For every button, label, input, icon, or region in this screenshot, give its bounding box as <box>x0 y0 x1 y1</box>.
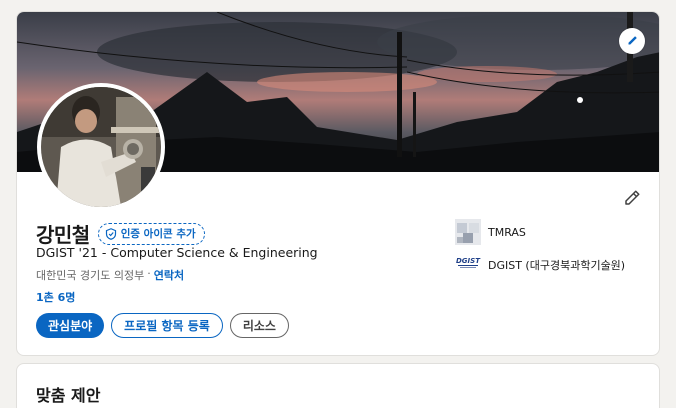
connections-link[interactable]: 1촌 6명 <box>36 289 75 305</box>
suggestions-card: 맞춤 제안 <box>16 363 660 408</box>
pencil-icon <box>628 36 637 45</box>
contact-info-link[interactable]: 연락처 <box>154 267 184 283</box>
shield-check-icon <box>105 227 116 240</box>
school-logo-icon: DGIST <box>455 252 481 278</box>
location-separator: · <box>147 267 151 280</box>
profile-headline: DGIST '21 - Computer Science & Engineeri… <box>36 245 318 260</box>
profile-name: 강민철 <box>36 223 90 247</box>
interests-button[interactable]: 관심분야 <box>36 313 105 338</box>
edit-profile-button[interactable] <box>621 187 643 209</box>
name-row: 강민철 인증 아이콘 추가 <box>36 219 205 248</box>
location-row: 대한민국 경기도 의정부 · 연락처 <box>36 267 184 283</box>
resources-button[interactable]: 리소스 <box>229 313 289 338</box>
profile-actions: 관심분야 프로필 항목 등록 리소스 <box>36 313 289 338</box>
suggestions-title: 맞춤 제안 <box>36 386 101 405</box>
org-name: DGIST (대구경북과학기술원) <box>488 259 626 272</box>
org-item-dgist[interactable]: DGIST DGIST (대구경북과학기술원) <box>455 252 625 278</box>
location-text: 대한민국 경기도 의정부 <box>36 269 145 282</box>
verify-label: 인증 아이콘 추가 <box>120 228 196 240</box>
org-item-tmras[interactable]: TMRAS <box>455 219 526 245</box>
avatar-image <box>41 87 161 207</box>
profile-card: 강민철 인증 아이콘 추가 DGIST '21 - Computer Scien… <box>16 11 660 356</box>
pencil-icon <box>625 190 640 205</box>
profile-photo[interactable] <box>37 83 165 211</box>
school-logo-text: DGIST <box>456 257 481 265</box>
company-logo-icon <box>455 219 481 245</box>
org-name: TMRAS <box>488 225 526 239</box>
edit-cover-button[interactable] <box>619 28 645 54</box>
add-verification-badge-button[interactable]: 인증 아이콘 추가 <box>97 222 205 245</box>
add-profile-section-button[interactable]: 프로필 항목 등록 <box>111 313 223 338</box>
